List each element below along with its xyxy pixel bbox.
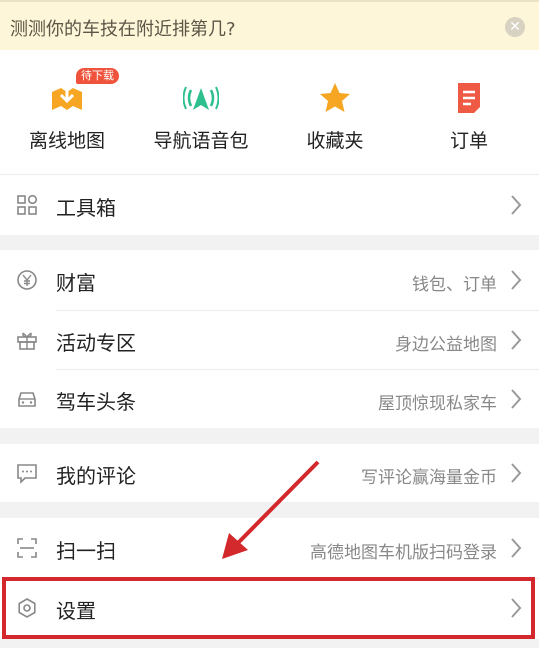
shortcut-voice-pack[interactable]: 导航语音包 [134, 50, 268, 174]
section-gap [0, 502, 539, 518]
shortcut-label: 收藏夹 [306, 130, 364, 152]
chevron-right-icon [511, 538, 522, 558]
shortcut-label: 离线地图 [28, 130, 105, 152]
star-icon [320, 83, 350, 112]
car-icon [18, 392, 36, 407]
menu-item-detail: 身边公益地图 [395, 335, 497, 355]
menu-item-my-reviews[interactable]: 我的评论 写评论赢海量金币 [0, 444, 539, 502]
chevron-right-icon [511, 330, 522, 350]
shortcut-label: 导航语音包 [153, 130, 249, 152]
gift-icon [17, 332, 37, 350]
menu-item-toolbox[interactable]: 工具箱 [0, 175, 539, 235]
menu-item-label: 工具箱 [56, 196, 116, 220]
menu-item-wealth[interactable]: 财富 钱包、订单 [0, 250, 539, 310]
bottom-gap [0, 639, 539, 648]
offline-map-icon [52, 84, 82, 110]
menu-item-label: 活动专区 [56, 331, 136, 355]
menu-item-label: 财富 [56, 271, 96, 295]
download-badge: 待下载 [76, 68, 119, 84]
close-icon[interactable]: ✕ [505, 17, 525, 37]
menu-item-detail: 写评论赢海量金币 [361, 468, 497, 488]
menu-item-driving-news[interactable]: 驾车头条 屋顶惊现私家车 [0, 370, 539, 428]
toolbox-icon [17, 194, 38, 215]
yen-icon [17, 270, 37, 290]
shortcut-orders[interactable]: 订单 [402, 50, 536, 174]
banner-text: 测测你的车技在附近排第几? [10, 19, 236, 40]
comment-icon [17, 464, 37, 484]
chevron-right-icon [511, 389, 522, 409]
shortcut-favorites[interactable]: 收藏夹 [268, 50, 402, 174]
menu-item-label: 我的评论 [56, 464, 136, 488]
menu-item-activity[interactable]: 活动专区 身边公益地图 [0, 311, 539, 369]
menu-item-scan[interactable]: 扫一扫 高德地图车机版扫码登录 [0, 518, 539, 578]
settings-icon [18, 598, 36, 618]
chevron-right-icon [511, 195, 522, 215]
promo-banner[interactable]: 测测你的车技在附近排第几? ✕ [0, 0, 539, 50]
chevron-right-icon [511, 463, 522, 483]
voice-pack-icon [183, 86, 219, 110]
menu-item-label: 扫一扫 [56, 539, 116, 563]
scan-icon [17, 538, 37, 558]
shortcut-grid: 待下载 离线地图 导航语音包 收藏夹 订单 [0, 50, 539, 174]
menu-item-settings[interactable]: 设置 [0, 579, 539, 639]
section-gap [0, 428, 539, 444]
shortcut-label: 订单 [449, 130, 488, 152]
menu-item-detail: 屋顶惊现私家车 [378, 394, 497, 414]
menu-item-label: 驾车头条 [56, 390, 136, 414]
chevron-right-icon [511, 270, 522, 290]
order-icon [458, 83, 480, 113]
shortcut-offline-map[interactable]: 待下载 离线地图 [0, 50, 134, 174]
section-gap [0, 235, 539, 250]
menu-item-detail: 钱包、订单 [412, 275, 497, 295]
chevron-right-icon [511, 598, 522, 618]
menu-item-label: 设置 [56, 599, 96, 623]
menu-item-detail: 高德地图车机版扫码登录 [310, 543, 497, 563]
